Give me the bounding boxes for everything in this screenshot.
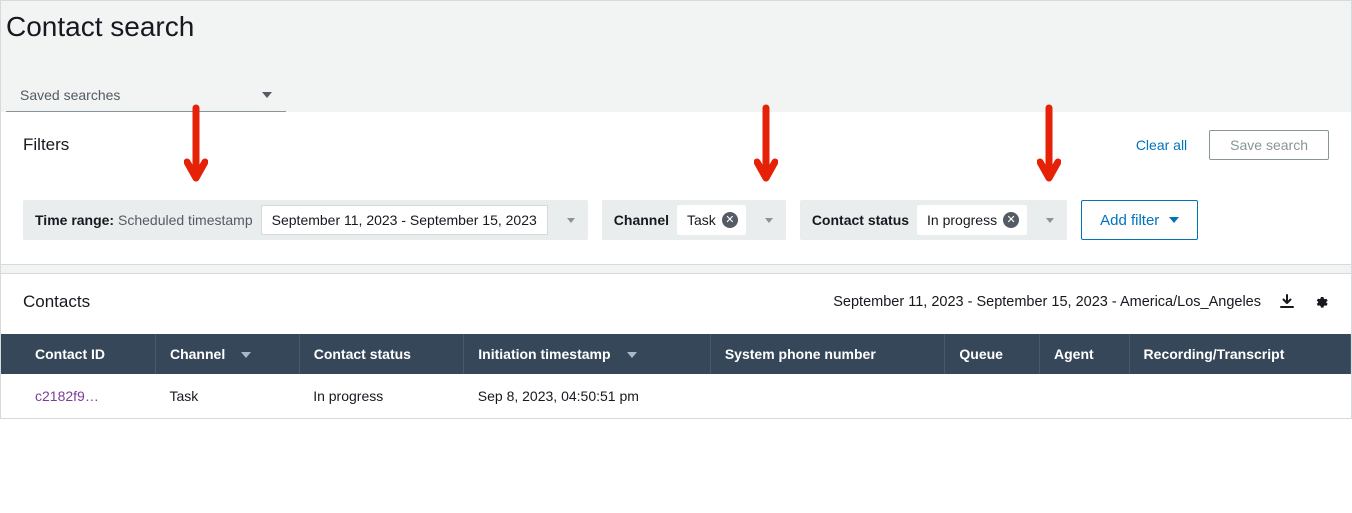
- filters-section: Filters Clear all Save search Time range…: [1, 112, 1351, 264]
- cell-queue: [945, 374, 1040, 418]
- cell-system-phone: [710, 374, 945, 418]
- cell-initiation-timestamp: Sep 8, 2023, 04:50:51 pm: [464, 374, 711, 418]
- col-channel[interactable]: Channel: [155, 334, 299, 374]
- caret-down-icon: [262, 92, 272, 98]
- cell-contact-id[interactable]: c2182f9…: [1, 374, 155, 418]
- filter-contact-status-label: Contact status: [812, 212, 909, 228]
- cell-recording: [1129, 374, 1350, 418]
- col-initiation-timestamp[interactable]: Initiation timestamp: [464, 334, 711, 374]
- add-filter-label: Add filter: [1100, 212, 1159, 229]
- page-title: Contact search: [6, 11, 1346, 43]
- col-queue[interactable]: Queue: [945, 334, 1040, 374]
- sort-caret-icon: [627, 352, 637, 358]
- col-contact-status[interactable]: Contact status: [299, 334, 464, 374]
- filter-channel-label: Channel: [614, 212, 669, 228]
- section-divider: [1, 264, 1351, 274]
- caret-down-icon: [1046, 218, 1054, 223]
- col-contact-id[interactable]: Contact ID: [1, 334, 155, 374]
- filters-heading: Filters: [23, 135, 69, 155]
- col-system-phone[interactable]: System phone number: [710, 334, 945, 374]
- caret-down-icon: [1169, 217, 1179, 223]
- cell-agent: [1040, 374, 1130, 418]
- filter-contact-status: Contact status In progress ✕: [800, 200, 1067, 240]
- filter-contact-status-expand[interactable]: [1033, 200, 1067, 240]
- contacts-heading: Contacts: [23, 292, 90, 312]
- cell-contact-status: In progress: [299, 374, 464, 418]
- saved-searches-dropdown[interactable]: Saved searches: [6, 79, 286, 112]
- filter-channel-value: Task: [687, 212, 716, 228]
- filter-time-range-expand[interactable]: [554, 200, 588, 240]
- contacts-section: Contacts September 11, 2023 - September …: [1, 274, 1351, 418]
- sort-caret-icon: [241, 352, 251, 358]
- clear-all-link[interactable]: Clear all: [1136, 137, 1187, 153]
- filter-time-range: Time range: Scheduled timestamp Septembe…: [23, 200, 588, 240]
- filter-channel-chip: Task ✕: [677, 205, 746, 235]
- filter-time-range-label: Time range: Scheduled timestamp: [35, 212, 253, 228]
- filter-channel: Channel Task ✕: [602, 200, 786, 240]
- add-filter-button[interactable]: Add filter: [1081, 200, 1198, 240]
- filter-channel-expand[interactable]: [752, 200, 786, 240]
- contacts-range-tz: September 11, 2023 - September 15, 2023 …: [833, 294, 1261, 310]
- filter-contact-status-value: In progress: [927, 212, 997, 228]
- cell-channel: Task: [155, 374, 299, 418]
- download-icon[interactable]: [1279, 294, 1295, 310]
- caret-down-icon: [765, 218, 773, 223]
- saved-searches-label: Saved searches: [20, 87, 120, 103]
- gear-icon[interactable]: [1313, 294, 1329, 310]
- caret-down-icon: [567, 218, 575, 223]
- filter-time-range-value[interactable]: September 11, 2023 - September 15, 2023: [261, 205, 548, 235]
- filter-contact-status-chip: In progress ✕: [917, 205, 1027, 235]
- col-agent[interactable]: Agent: [1040, 334, 1130, 374]
- contacts-table: Contact ID Channel Contact status Initia…: [1, 334, 1351, 418]
- save-search-button[interactable]: Save search: [1209, 130, 1329, 160]
- remove-channel-chip-icon[interactable]: ✕: [722, 212, 738, 228]
- table-row: c2182f9… Task In progress Sep 8, 2023, 0…: [1, 374, 1351, 418]
- col-recording[interactable]: Recording/Transcript: [1129, 334, 1350, 374]
- remove-contact-status-chip-icon[interactable]: ✕: [1003, 212, 1019, 228]
